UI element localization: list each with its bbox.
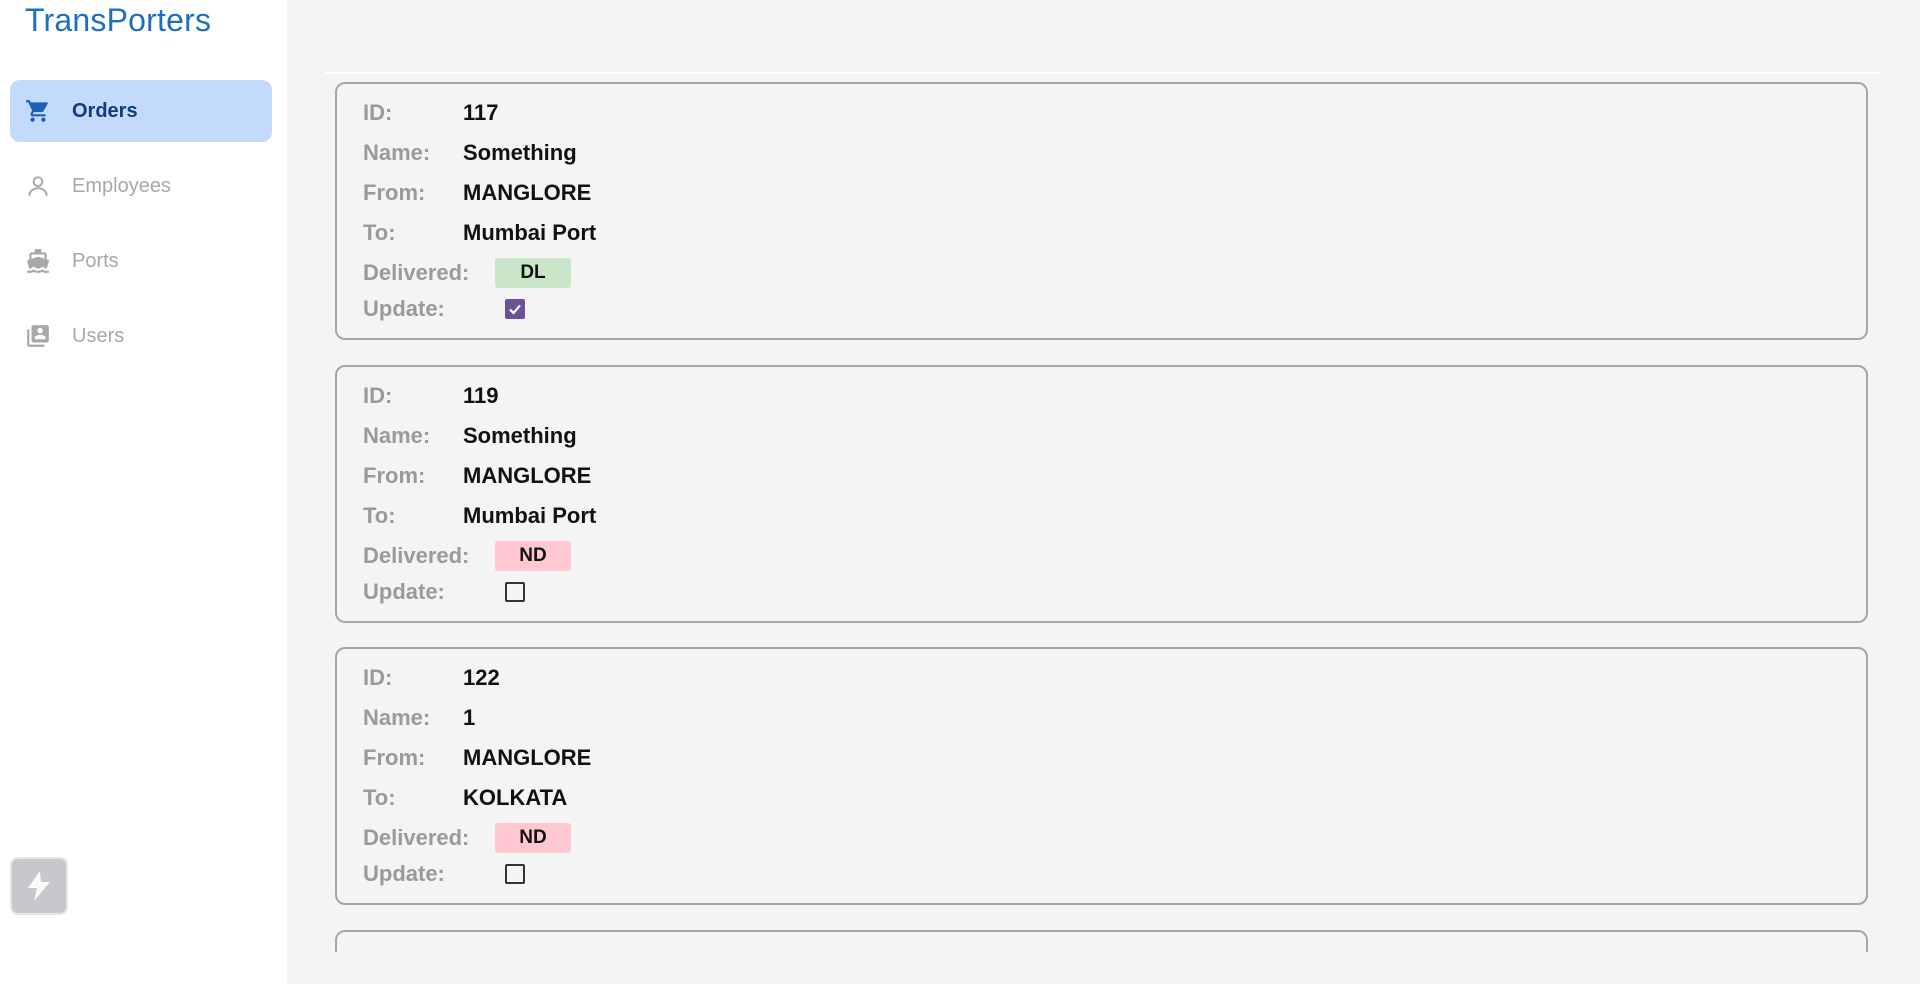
cart-icon bbox=[24, 97, 52, 125]
order-card: ID: 117 Name: Something From: MANGLORE To: M… bbox=[335, 82, 1868, 340]
id-label: ID: bbox=[363, 100, 393, 125]
to-label: To: bbox=[363, 220, 396, 245]
app-title: TransPorters bbox=[25, 2, 212, 38]
sidebar-item-label: Ports bbox=[72, 249, 119, 272]
update-label: Update: bbox=[363, 861, 445, 886]
order-card: ID: 119 Name: Something From: MANGLORE To: M… bbox=[335, 365, 1868, 623]
order-to: Mumbai Port bbox=[463, 503, 597, 528]
from-label: From: bbox=[363, 180, 426, 205]
update-checkbox[interactable] bbox=[505, 582, 525, 602]
sidebar-item-users[interactable]: Users bbox=[10, 305, 272, 367]
sidebar-item-label: Orders bbox=[72, 99, 138, 122]
order-to: Mumbai Port bbox=[463, 220, 597, 245]
order-id: 122 bbox=[463, 665, 500, 690]
order-card bbox=[335, 930, 1868, 952]
order-name: Something bbox=[463, 140, 577, 165]
order-card: ID: 122 Name: 1 From: MANGLORE To: KOLKATA D… bbox=[335, 647, 1868, 905]
id-label: ID: bbox=[363, 383, 393, 408]
name-label: Name: bbox=[363, 705, 431, 730]
from-label: From: bbox=[363, 745, 426, 770]
order-from: MANGLORE bbox=[463, 180, 592, 205]
main-content: ID: 117 Name: Something From: MANGLORE To: M… bbox=[287, 0, 1920, 984]
update-checkbox[interactable] bbox=[505, 299, 525, 319]
contacts-icon bbox=[24, 322, 52, 350]
person-icon bbox=[24, 172, 52, 200]
name-label: Name: bbox=[363, 423, 431, 448]
delivered-label: Delivered: bbox=[363, 543, 470, 568]
order-to: KOLKATA bbox=[463, 785, 568, 810]
stackblitz-logo-icon[interactable] bbox=[10, 857, 68, 915]
order-from: MANGLORE bbox=[463, 463, 592, 488]
status-badge: ND bbox=[495, 541, 571, 571]
order-id: 119 bbox=[463, 383, 499, 408]
update-checkbox[interactable] bbox=[505, 864, 525, 884]
to-label: To: bbox=[363, 785, 396, 810]
delivered-label: Delivered: bbox=[363, 260, 470, 285]
sidebar: TransPorters Orders Employees Ports User… bbox=[0, 0, 287, 984]
sidebar-nav: Orders Employees Ports Users bbox=[10, 80, 272, 380]
check-icon bbox=[509, 304, 521, 315]
order-name: Something bbox=[463, 423, 577, 448]
sidebar-item-orders[interactable]: Orders bbox=[10, 80, 272, 142]
id-label: ID: bbox=[363, 665, 393, 690]
sidebar-item-ports[interactable]: Ports bbox=[10, 230, 272, 292]
order-id: 117 bbox=[463, 100, 499, 125]
status-badge: ND bbox=[495, 823, 571, 853]
delivered-label: Delivered: bbox=[363, 825, 470, 850]
from-label: From: bbox=[363, 463, 426, 488]
order-name: 1 bbox=[463, 705, 476, 730]
ship-icon bbox=[24, 247, 52, 275]
to-label: To: bbox=[363, 503, 396, 528]
orders-list[interactable]: ID: 117 Name: Something From: MANGLORE To: M… bbox=[325, 72, 1880, 952]
sidebar-item-label: Users bbox=[72, 324, 125, 347]
update-label: Update: bbox=[363, 579, 445, 604]
update-label: Update: bbox=[363, 296, 445, 321]
name-label: Name: bbox=[363, 140, 431, 165]
sidebar-item-employees[interactable]: Employees bbox=[10, 155, 272, 217]
order-from: MANGLORE bbox=[463, 745, 592, 770]
status-badge: DL bbox=[495, 258, 571, 288]
sidebar-item-label: Employees bbox=[72, 174, 171, 197]
